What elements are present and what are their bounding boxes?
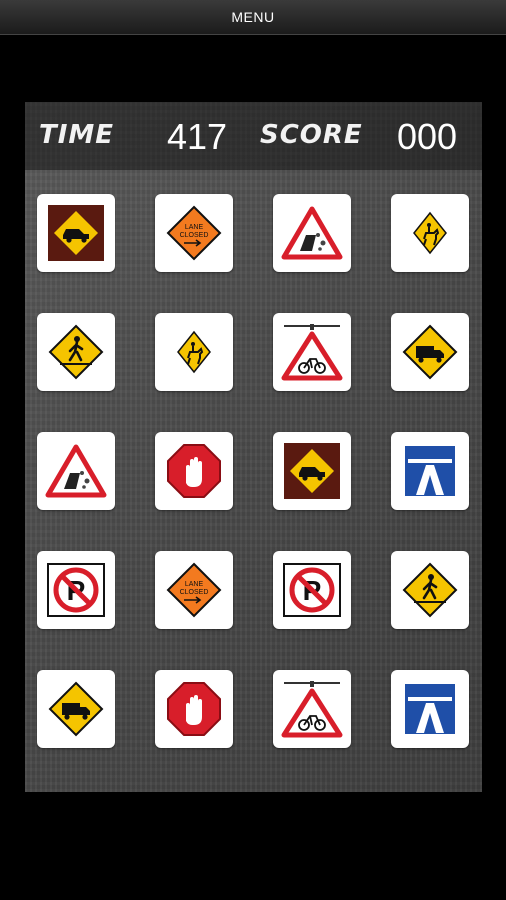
menu-button[interactable]: MENU [0, 0, 506, 35]
card-tile[interactable]: LANE CLOSED [155, 551, 233, 629]
menu-label: MENU [231, 9, 275, 25]
motorway-sign-icon [398, 439, 462, 503]
svg-text:CLOSED: CLOSED [180, 232, 209, 239]
card-tile[interactable] [37, 194, 115, 272]
score-value: 000 [397, 116, 458, 157]
card-tile[interactable] [391, 551, 469, 629]
card-tile[interactable]: P [37, 551, 115, 629]
lane-closed-sign-icon: LANE CLOSED [162, 558, 226, 622]
horse-rider-sign-icon [398, 201, 462, 265]
stop-hand-sign-icon [162, 677, 226, 741]
truck-sign-icon [44, 677, 108, 741]
card-tile[interactable] [37, 432, 115, 510]
time-label: TIME [39, 120, 115, 150]
card-tile[interactable] [273, 432, 351, 510]
pedestrian-crossing-sign-icon [44, 320, 108, 384]
card-tile[interactable] [391, 432, 469, 510]
card-tile[interactable] [273, 194, 351, 272]
game-board: TIME 417 SCORE 000 LANE CLOSED P LANE CL… [25, 102, 482, 792]
card-tile[interactable] [391, 670, 469, 748]
card-tile[interactable] [391, 313, 469, 391]
stop-hand-sign-icon [162, 439, 226, 503]
horse-rider-sign-icon [162, 320, 226, 384]
card-tile[interactable] [273, 670, 351, 748]
score-label: SCORE [260, 120, 363, 150]
motorway-sign-icon [398, 677, 462, 741]
falling-rocks-sign-icon [44, 439, 108, 503]
lane-closed-sign-icon: LANE CLOSED [162, 201, 226, 265]
truck-sign-icon [398, 320, 462, 384]
car-sign-icon [44, 201, 108, 265]
falling-rocks-sign-icon [280, 201, 344, 265]
svg-text:LANE: LANE [185, 224, 204, 231]
hud-bar: TIME 417 SCORE 000 [25, 102, 482, 170]
no-parking-sign-icon: P [280, 558, 344, 622]
card-tile[interactable] [37, 313, 115, 391]
card-tile[interactable] [391, 194, 469, 272]
time-value: 417 [167, 116, 228, 157]
card-tile[interactable] [273, 313, 351, 391]
card-tile[interactable] [155, 670, 233, 748]
card-tile[interactable]: P [273, 551, 351, 629]
card-tile[interactable]: LANE CLOSED [155, 194, 233, 272]
card-tile[interactable] [37, 670, 115, 748]
pedestrian-crossing-sign-icon [398, 558, 462, 622]
svg-text:LANE: LANE [185, 581, 204, 588]
cycle-route-sign-icon [280, 320, 344, 384]
card-grid: LANE CLOSED P LANE CLOSED P [37, 194, 471, 748]
cycle-route-sign-icon [280, 677, 344, 741]
car-sign-icon [280, 439, 344, 503]
svg-text:CLOSED: CLOSED [180, 589, 209, 596]
no-parking-sign-icon: P [44, 558, 108, 622]
card-tile[interactable] [155, 313, 233, 391]
card-tile[interactable] [155, 432, 233, 510]
